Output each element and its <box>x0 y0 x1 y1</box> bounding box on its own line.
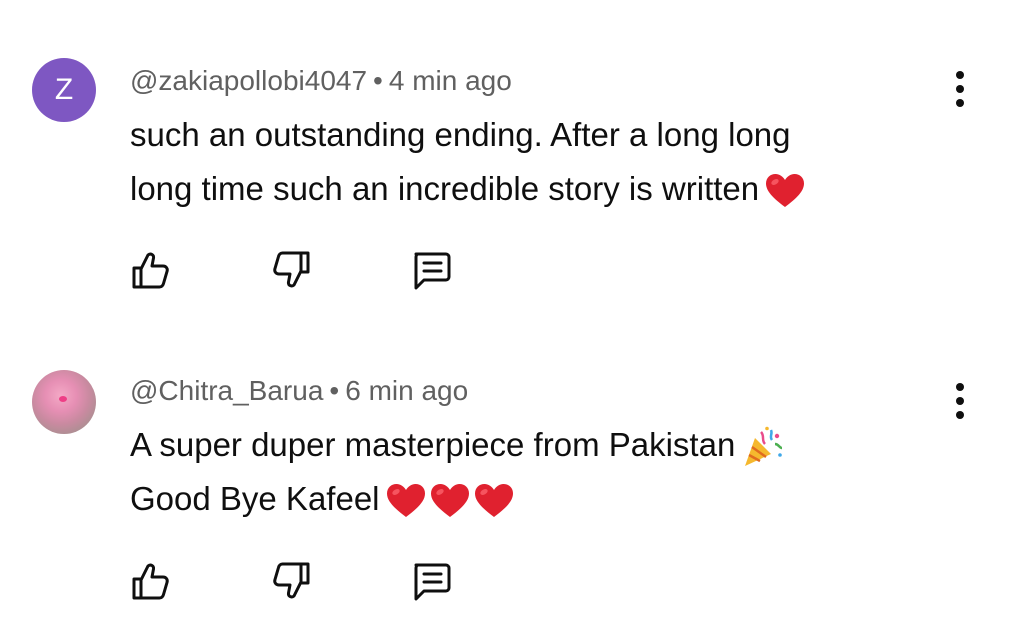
comment-text-line: long time such an incredible story is wr… <box>130 170 760 207</box>
comment-menu-button[interactable] <box>945 66 975 112</box>
comment-text-line: such an outstanding ending. After a long… <box>130 116 791 153</box>
comment-text: A super duper masterpiece from Pakistan … <box>130 418 920 526</box>
comment-text-line: A super duper masterpiece from Pakistan <box>130 426 736 463</box>
avatar[interactable]: Z <box>32 58 96 122</box>
comment-menu-button[interactable] <box>945 378 975 424</box>
reply-comment-icon[interactable] <box>408 559 452 603</box>
comment-author[interactable]: @Chitra_Barua <box>130 375 323 406</box>
red-heart-icon <box>766 174 805 208</box>
thumbs-down-icon[interactable] <box>270 559 314 603</box>
thumbs-down-icon[interactable] <box>270 248 314 292</box>
comment-text: such an outstanding ending. After a long… <box>130 108 920 216</box>
thumbs-up-icon[interactable] <box>128 248 172 292</box>
comment-meta: @Chitra_Barua • 6 min ago <box>130 374 468 408</box>
comment-timestamp: 4 min ago <box>388 65 512 96</box>
red-heart-icon <box>430 484 469 518</box>
red-heart-icon <box>474 484 513 518</box>
comment-text-line-with-emoji: long time such an incredible story is wr… <box>130 162 920 216</box>
comment-author[interactable]: @zakiapollobi4047 <box>130 65 367 96</box>
party-popper-icon <box>745 426 783 467</box>
avatar[interactable] <box>32 370 96 434</box>
red-heart-icon <box>386 484 425 518</box>
comment-text-line-with-emoji: A super duper masterpiece from Pakistan <box>130 418 920 472</box>
more-vert-icon <box>956 383 964 391</box>
reply-comment-icon[interactable] <box>408 248 452 292</box>
thumbs-up-icon[interactable] <box>128 559 172 603</box>
meta-separator: • <box>329 375 340 406</box>
comment-timestamp: 6 min ago <box>345 375 469 406</box>
more-vert-icon <box>956 71 964 79</box>
meta-separator: • <box>373 65 383 96</box>
avatar-photo-detail <box>59 396 67 402</box>
comment-meta: @zakiapollobi4047 • 4 min ago <box>130 64 512 98</box>
comment-text-line: Good Bye Kafeel <box>130 480 380 517</box>
comment-text-line-with-emoji: Good Bye Kafeel <box>130 472 920 526</box>
